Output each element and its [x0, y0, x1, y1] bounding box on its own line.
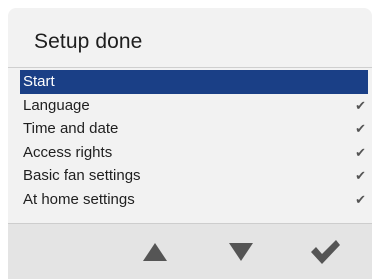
menu-item-start[interactable]: Start	[20, 70, 368, 94]
checkmark-icon: ✔	[355, 121, 366, 136]
title-divider	[8, 67, 372, 68]
menu-item-time-and-date[interactable]: Time and date ✔	[20, 117, 368, 141]
checkmark-icon: ✔	[355, 191, 366, 207]
menu-item-label: Time and date	[23, 120, 119, 137]
confirm-button[interactable]	[301, 232, 349, 272]
arrow-up-icon	[143, 243, 167, 261]
menu-item-language[interactable]: Language ✔	[20, 94, 368, 118]
menu-item-access-rights[interactable]: Access rights ✔	[20, 141, 368, 165]
page-title: Setup done	[34, 30, 143, 53]
menu-item-basic-fan-settings[interactable]: Basic fan settings ✔	[20, 164, 368, 188]
up-button[interactable]	[131, 232, 179, 272]
menu-item-label: Start	[23, 73, 55, 90]
menu-item-label: Language	[23, 96, 90, 114]
checkmark-icon: ✔	[355, 144, 366, 160]
menu-item-label: Access rights	[23, 143, 113, 161]
checkmark-icon: ✔	[355, 97, 366, 113]
checkmark-icon	[311, 240, 340, 264]
down-button[interactable]	[217, 232, 265, 272]
menu-item-at-home-settings[interactable]: At home settings ✔	[20, 188, 368, 212]
arrow-down-icon	[229, 243, 253, 261]
checkmark-icon: ✔	[355, 168, 366, 183]
footer-toolbar	[8, 223, 372, 279]
setup-menu-list: Start Language ✔ Time and date ✔ Access …	[20, 70, 368, 211]
menu-item-label: At home settings	[23, 190, 135, 208]
setup-screen: Setup done Start Language ✔ Time and dat…	[8, 8, 372, 279]
menu-item-label: Basic fan settings	[23, 167, 141, 184]
